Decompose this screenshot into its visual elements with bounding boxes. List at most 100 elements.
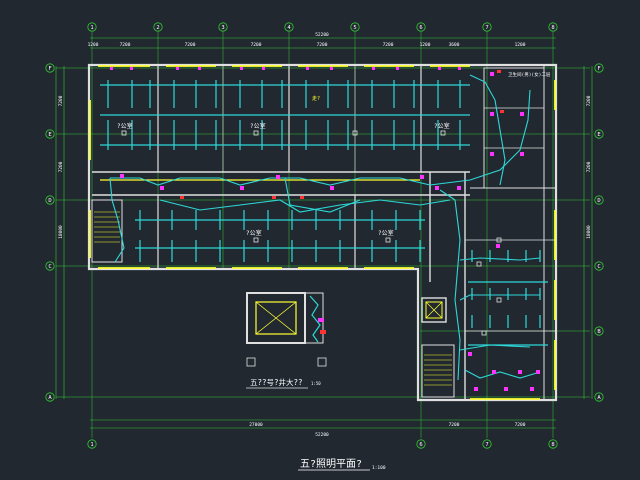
axis-bubbles: 1 2 3 4 5 6 7 8 1 6 7 8 F E D C A F E D C B A: [45, 22, 604, 449]
fixture-marker-18: [435, 186, 439, 190]
room-label-office-4: ?公室: [246, 229, 262, 237]
axis-bubble-right-E-label: E: [597, 132, 600, 138]
fixture-marker-5: [262, 67, 265, 70]
fixture-marker-8: [372, 67, 375, 70]
fixture-marker-9: [396, 67, 399, 70]
axis-bubble-right-F-label: F: [597, 66, 600, 72]
dimension-top-6: 1200: [420, 42, 431, 48]
axis-bubble-left-F: F: [45, 63, 55, 73]
fixture-marker-36: [497, 70, 501, 73]
dimension-bottom-1: 7200: [449, 422, 460, 428]
room-label-corridor: 走?: [312, 96, 320, 102]
dimension-right-0: 7200: [586, 95, 592, 106]
axis-bubble-top-7-label: 7: [485, 25, 488, 31]
axis-bubble-right-C: C: [594, 261, 604, 271]
fixture-marker-15: [276, 175, 280, 179]
drawing-title: 五?照明平面?: [300, 458, 362, 470]
fixture-marker-1: [130, 67, 133, 70]
fixture-marker-37: [500, 110, 504, 113]
dimension-top-8: 1200: [515, 42, 526, 48]
fixture-marker-20: [272, 196, 276, 199]
room-label-toilet-note: 卫生间(男)(女)二层: [508, 71, 551, 78]
axis-bubble-bottom-1: 1: [87, 439, 97, 449]
axis-bubble-left-E: E: [45, 129, 55, 139]
fixture-marker-30: [492, 370, 496, 374]
axis-bubble-left-C-label: C: [48, 264, 51, 270]
axis-bubble-bottom-7: 7: [482, 439, 492, 449]
dimension-top-1: 7200: [120, 42, 131, 48]
axis-bubble-right-B: B: [594, 326, 604, 336]
fixture-marker-23: [490, 72, 494, 76]
axis-bubble-top-8: 8: [548, 22, 558, 32]
axis-bubble-right-D-label: D: [597, 198, 600, 204]
shaft-detail: [246, 292, 327, 389]
fixture-marker-19: [457, 186, 461, 190]
axis-bubble-bottom-6: 6: [416, 439, 426, 449]
axis-bubble-top-3: 3: [218, 22, 228, 32]
fixture-marker-21: [300, 196, 304, 199]
fixture-marker-24: [490, 112, 494, 116]
fixture-marker-6: [306, 67, 309, 70]
dimension-bottom-0: 27000: [249, 422, 263, 428]
axis-bubble-top-2: 2: [153, 22, 163, 32]
axis-bubble-left-F-label: F: [48, 66, 51, 72]
axis-bubble-top-5-label: 5: [353, 25, 356, 31]
dimension-bottom-total: 52200: [315, 432, 329, 438]
fixture-marker-29: [468, 352, 472, 356]
windows: [89, 65, 556, 400]
dimension-top-5: 7200: [383, 42, 394, 48]
fixture-marker-13: [160, 186, 164, 190]
fixture-marker-16: [330, 186, 334, 190]
cad-drawing-canvas[interactable]: 1 2 3 4 5 6 7 8 1 6 7 8 F E D C A F E D C B A 1200 7200 7200 7200…: [0, 0, 640, 480]
dimension-top-0: 1200: [88, 42, 99, 48]
axis-bubble-top-8-label: 8: [551, 25, 554, 31]
fixture-marker-0: [110, 67, 113, 70]
fixture-marker-33: [474, 387, 478, 391]
axis-bubble-top-5: 5: [350, 22, 360, 32]
axis-bubble-top-1-label: 1: [90, 25, 93, 31]
axis-bubble-left-C: C: [45, 261, 55, 271]
fixture-marker-27: [520, 112, 524, 116]
dimension-top-4: 7200: [317, 42, 328, 48]
axis-bubble-top-6-label: 6: [419, 25, 422, 31]
axis-bubble-right-D: D: [594, 195, 604, 205]
axis-bubble-right-F: F: [594, 63, 604, 73]
room-label-office-1: ?公室: [117, 122, 133, 130]
room-label-office-2: ?公室: [250, 122, 266, 130]
fixture-marker-10: [438, 67, 441, 70]
fixture-marker-31: [518, 370, 522, 374]
room-centre-marks: [121, 130, 502, 336]
axis-bubble-top-1: 1: [87, 22, 97, 32]
dimension-right-1: 7200: [586, 161, 592, 172]
dimension-bottom-2: 7200: [515, 422, 526, 428]
fixture-marker-32: [536, 370, 540, 374]
axis-bubble-right-A: A: [594, 392, 604, 402]
axis-bubble-top-7: 7: [482, 22, 492, 32]
axis-bubble-bottom-7-label: 7: [485, 442, 488, 448]
axis-bubble-top-4: 4: [284, 22, 294, 32]
fixture-marker-4: [240, 67, 243, 70]
room-label-office-3: ?公室: [434, 122, 450, 130]
axis-bubble-bottom-6-label: 6: [419, 442, 422, 448]
dimension-left-2: 18000: [58, 225, 64, 239]
dimension-top-2: 7200: [185, 42, 196, 48]
detail-title: 五??号?井大??: [250, 377, 303, 387]
axis-bubble-top-2-label: 2: [156, 25, 159, 31]
axis-bubble-bottom-8-label: 8: [551, 442, 554, 448]
room-label-office-5: ?公室: [378, 229, 394, 237]
dimension-left-1: 7200: [58, 161, 64, 172]
fixture-marker-17: [420, 175, 424, 179]
dimension-right-2: 18000: [586, 225, 592, 239]
dimension-top-3: 7200: [251, 42, 262, 48]
axis-bubble-bottom-8: 8: [548, 439, 558, 449]
axis-bubble-top-3-label: 3: [221, 25, 224, 31]
fixture-marker-26: [520, 152, 524, 156]
fixture-marker-22: [180, 196, 184, 199]
axis-bubble-right-E: E: [594, 129, 604, 139]
fixture-marker-25: [490, 152, 494, 156]
fixture-marker-7: [330, 67, 333, 70]
drawing-scale: 1:100: [372, 465, 386, 471]
dimension-top-total: 52200: [315, 32, 329, 38]
detail-scale: 1:50: [311, 381, 321, 386]
floor-plan-drawing: 1 2 3 4 5 6 7 8 1 6 7 8 F E D C A F E D C B A 1200 7200 7200 7200…: [45, 22, 604, 471]
